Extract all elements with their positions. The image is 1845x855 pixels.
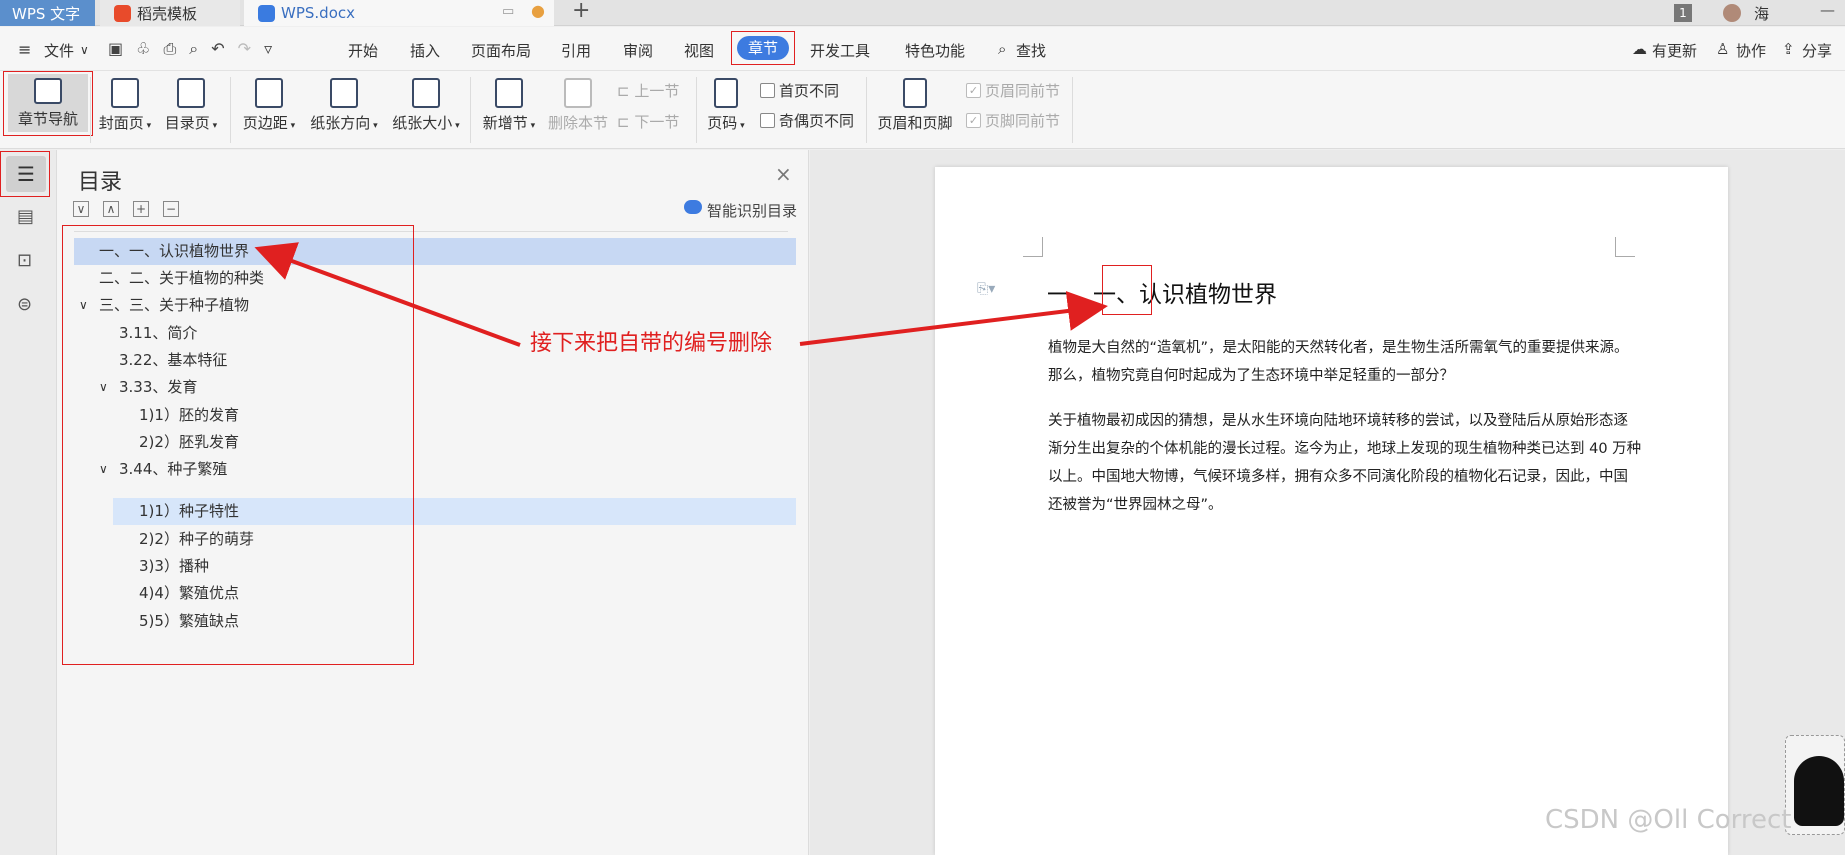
floating-widget[interactable] (1785, 735, 1845, 835)
arrow-to-heading (799, 291, 1108, 346)
annotation-arrows (254, 242, 1108, 347)
annotation-text: 接下来把自带的编号删除 (530, 331, 773, 356)
arrow-to-toc (254, 242, 521, 347)
cat-icon (1794, 756, 1844, 826)
watermark: CSDN @Oll Correct (1545, 805, 1792, 835)
